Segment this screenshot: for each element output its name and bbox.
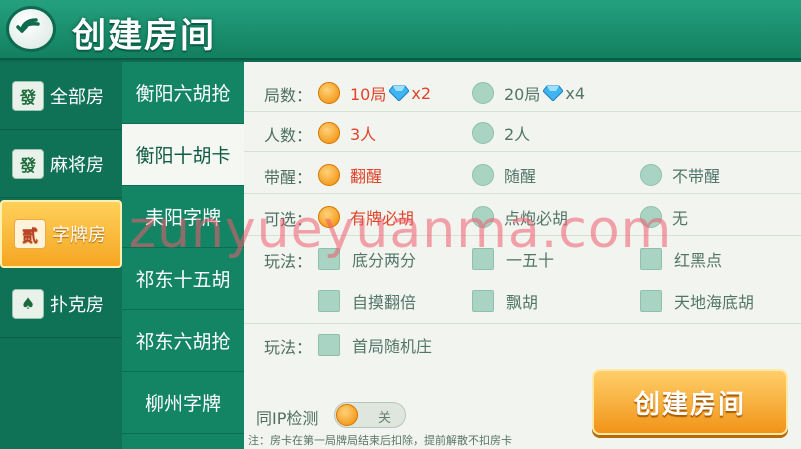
play-option-yiwushi[interactable]: 一五十 (472, 247, 554, 271)
diamond-icon (389, 85, 410, 101)
mahjong-fa-icon: 發 (12, 148, 44, 179)
category-sidebar: 發 全部房 發 麻将房 贰 字牌房 ♠ 扑克房 (0, 62, 122, 449)
checkbox (318, 334, 340, 356)
xing-option-sui[interactable]: 随醒 (472, 163, 536, 187)
checkbox (472, 290, 494, 312)
game-item[interactable]: 衡阳六胡抢 (122, 62, 244, 124)
zipai-cards-icon: 贰 (14, 219, 46, 249)
mahjong-fa-icon: 發 (12, 80, 44, 111)
checkbox (640, 290, 662, 312)
optional-label: 可选： (264, 210, 313, 229)
options-panel: 局数： 10局 x2 20局 x4 人数： 3人 2人 带醒： 翻醒 随醒 不带… (244, 62, 801, 449)
optional-option-dianpao[interactable]: 点炮必胡 (472, 205, 568, 229)
players-row: 人数： 3人 2人 (244, 112, 801, 152)
page-title: 创建房间 (72, 16, 216, 56)
option-text: 随醒 (504, 167, 537, 186)
game-sidebar: 衡阳六胡抢 衡阳十胡卡 耒阳字牌 祁东十五胡 祁东六胡抢 柳州字牌 (122, 62, 244, 449)
room-card-note: 注：房卡在第一局牌局结束后扣除，提前解散不扣房卡 (248, 434, 512, 447)
game-item[interactable]: 祁东十五胡 (122, 248, 244, 310)
game-item[interactable]: 耒阳字牌 (122, 186, 244, 248)
radio-unselected (472, 164, 494, 186)
create-room-button[interactable]: 创建房间 (592, 369, 788, 435)
players-option-2[interactable]: 2人 (472, 121, 530, 145)
option-text: 无 (672, 209, 689, 228)
option-text: 首局随机庄 (352, 337, 433, 356)
option-text: 天地海底胡 (674, 293, 755, 312)
rounds-option-10[interactable]: 10局 x2 (318, 81, 431, 105)
xing-option-fan[interactable]: 翻醒 (318, 163, 382, 187)
play-rules-row: 玩法： 底分两分 一五十 红黑点 自摸翻倍 飘胡 天地海底胡 (244, 238, 801, 324)
xing-row: 带醒： 翻醒 随醒 不带醒 (244, 154, 801, 194)
category-item-mahjong[interactable]: 發 麻将房 (0, 130, 122, 198)
poker-cards-icon: ♠ (12, 288, 44, 319)
checkbox (318, 248, 340, 270)
radio-unselected (472, 82, 494, 104)
radio-selected (318, 206, 340, 228)
option-text: 红黑点 (674, 251, 723, 270)
radio-selected (318, 82, 340, 104)
play-rules-label: 玩法： (264, 338, 313, 357)
game-item[interactable]: 祁东六胡抢 (122, 310, 244, 372)
checkbox (472, 248, 494, 270)
play-option-tiandi[interactable]: 天地海底胡 (640, 289, 754, 313)
option-text: 有牌必胡 (350, 209, 415, 228)
game-item-selected[interactable]: 衡阳十胡卡 (122, 124, 244, 186)
toggle-knob (336, 404, 358, 426)
option-text: 3人 (350, 125, 377, 144)
radio-unselected (640, 206, 662, 228)
ip-check-toggle[interactable]: 关 (334, 402, 406, 428)
category-label: 麻将房 (50, 154, 104, 176)
radio-unselected (640, 164, 662, 186)
toggle-state-text: 关 (377, 411, 391, 426)
play-option-difen[interactable]: 底分两分 (318, 247, 416, 271)
radio-selected (318, 122, 340, 144)
ip-check-label: 同IP检测 (256, 409, 319, 428)
game-item[interactable]: 柳州字牌 (122, 372, 244, 434)
optional-row: 可选： 有牌必胡 点炮必胡 无 (244, 196, 801, 236)
players-label: 人数： (264, 126, 313, 145)
category-item-all[interactable]: 發 全部房 (0, 62, 122, 130)
option-text: 10局 (350, 85, 387, 104)
xing-label: 带醒： (264, 168, 313, 187)
category-item-zipai[interactable]: 贰 字牌房 (0, 200, 122, 268)
option-text: 翻醒 (350, 167, 383, 186)
optional-option-none[interactable]: 无 (640, 205, 688, 229)
category-label: 扑克房 (50, 294, 104, 316)
play-option-piaohu[interactable]: 飘胡 (472, 289, 538, 313)
category-label: 字牌房 (52, 225, 106, 246)
option-text: 点炮必胡 (504, 209, 569, 228)
radio-unselected (472, 206, 494, 228)
option-text: 20局 (504, 85, 541, 104)
xing-option-none[interactable]: 不带醒 (640, 163, 720, 187)
back-button[interactable] (6, 6, 56, 52)
category-item-poker[interactable]: ♠ 扑克房 (0, 270, 122, 338)
option-text: 飘胡 (506, 293, 539, 312)
checkbox (318, 290, 340, 312)
option-text: 2人 (504, 125, 531, 144)
option-text: 底分两分 (352, 251, 417, 270)
option-text: 自摸翻倍 (352, 293, 417, 312)
header-bar: 创建房间 (0, 0, 801, 60)
radio-selected (318, 164, 340, 186)
optional-option-must-hu[interactable]: 有牌必胡 (318, 205, 414, 229)
rounds-option-20[interactable]: 20局 x4 (472, 81, 585, 105)
rounds-label: 局数： (264, 86, 313, 105)
option-text: 一五十 (506, 251, 555, 270)
play-option-hongheidian[interactable]: 红黑点 (640, 247, 722, 271)
multiplier-text: x4 (565, 83, 586, 103)
option-text: 不带醒 (672, 167, 721, 186)
play-option-random-dealer[interactable]: 首局随机庄 (318, 333, 432, 357)
play-option-zimo[interactable]: 自摸翻倍 (318, 289, 416, 313)
players-option-3[interactable]: 3人 (318, 121, 376, 145)
radio-unselected (472, 122, 494, 144)
rounds-row: 局数： 10局 x2 20局 x4 (244, 72, 801, 112)
category-label: 全部房 (50, 86, 104, 108)
play-rules-label: 玩法： (264, 252, 313, 271)
back-arrow-icon (16, 18, 40, 33)
play-rules-row-2: 玩法： 首局随机庄 (244, 324, 801, 364)
diamond-icon (543, 85, 564, 101)
checkbox (640, 248, 662, 270)
multiplier-text: x2 (411, 83, 432, 103)
